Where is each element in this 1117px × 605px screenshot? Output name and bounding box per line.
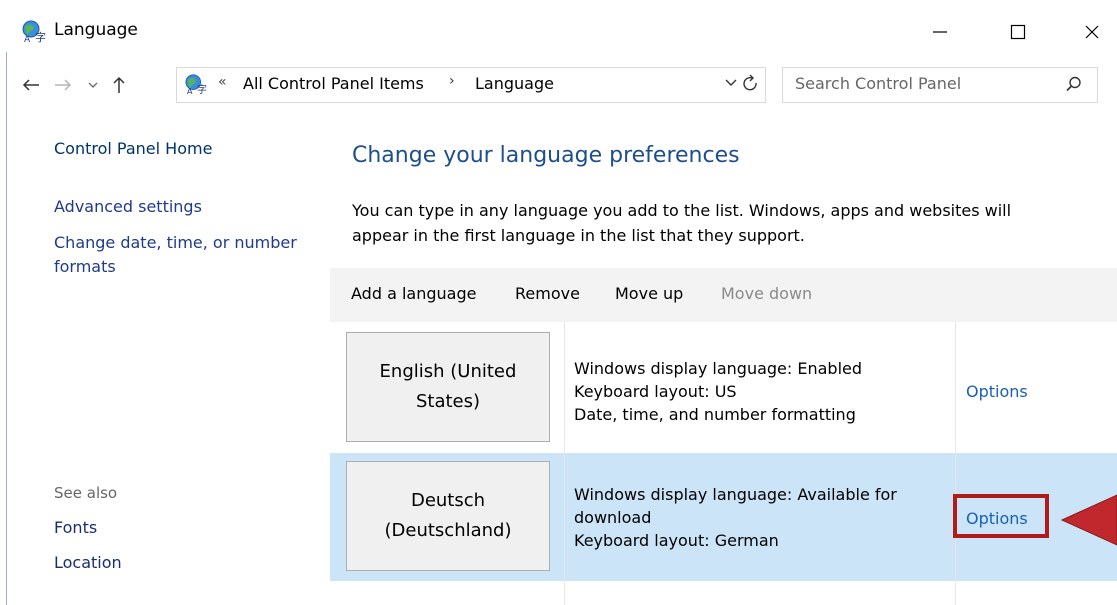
forward-button[interactable]: [50, 73, 76, 97]
language-row[interactable]: English (United States) Windows display …: [330, 322, 1117, 452]
sidebar-link-control-panel-home[interactable]: Control Panel Home: [54, 136, 212, 162]
back-arrow-icon: [22, 79, 39, 91]
forward-arrow-icon: [55, 79, 72, 91]
minimize-button[interactable]: [910, 12, 970, 52]
description-line2: appear in the first language in the list…: [352, 226, 805, 245]
language-window: 字 A Language 字 A « All Control Panel Ite…: [0, 0, 1117, 605]
description-line1: You can type in any language you add to …: [352, 201, 1012, 220]
maximize-button[interactable]: [988, 12, 1048, 52]
column-divider: [955, 322, 956, 605]
minimize-icon: [933, 31, 947, 33]
formatting-info: Date, time, and number formatting: [574, 405, 856, 424]
sidebar-link-change-date-formats-line1[interactable]: Change date, time, or number: [54, 230, 297, 256]
see-also-link-location[interactable]: Location: [54, 553, 122, 572]
move-down-button[interactable]: Move down: [721, 284, 812, 303]
add-language-button[interactable]: Add a language: [351, 284, 476, 303]
back-button[interactable]: [18, 73, 44, 97]
language-details: Windows display language: Enabled Keyboa…: [574, 357, 944, 426]
close-button[interactable]: [1062, 12, 1117, 52]
see-also-link-fonts[interactable]: Fonts: [54, 518, 97, 537]
sidebar: [0, 120, 330, 605]
pointer-arrow-icon: [1060, 494, 1117, 546]
chevron-down-icon: [88, 82, 98, 88]
page-description: You can type in any language you add to …: [352, 198, 1092, 248]
language-globe-icon: 字 A: [22, 20, 46, 43]
language-name-button[interactable]: English (United States): [346, 332, 550, 442]
search-icon[interactable]: [1066, 76, 1082, 92]
display-language-status-cont: download: [574, 508, 652, 527]
window-title: Language: [54, 20, 138, 40]
svg-text:A: A: [24, 35, 31, 43]
keyboard-layout: Keyboard layout: US: [574, 382, 737, 401]
refresh-icon[interactable]: [741, 74, 761, 94]
sidebar-link-change-date-formats-line2[interactable]: formats: [54, 254, 116, 280]
options-link[interactable]: Options: [966, 382, 1028, 401]
language-toolbar: Add a language Remove Move up Move down: [330, 268, 1117, 322]
page-title: Change your language preferences: [352, 143, 740, 168]
maximize-icon: [1010, 24, 1026, 40]
svg-text:字: 字: [35, 30, 46, 43]
title-bar: 字 A Language: [0, 0, 1117, 60]
keyboard-layout: Keyboard layout: German: [574, 531, 779, 550]
breadcrumb-all-control-panel-items[interactable]: All Control Panel Items: [243, 74, 424, 93]
language-name-button[interactable]: Deutsch (Deutschland): [346, 461, 550, 571]
breadcrumb-language[interactable]: Language: [475, 74, 554, 93]
language-name-line2: (Deutschland): [384, 520, 512, 541]
up-button[interactable]: [106, 73, 132, 97]
column-divider: [564, 322, 565, 605]
move-up-button[interactable]: Move up: [615, 284, 683, 303]
language-globe-icon: 字 A: [185, 74, 207, 95]
recent-locations-button[interactable]: [80, 73, 106, 97]
display-language-status: Windows display language: Available for: [574, 485, 897, 504]
display-language-status: Windows display language: Enabled: [574, 359, 863, 378]
language-name-line1: Deutsch: [410, 490, 486, 511]
close-icon: [1085, 25, 1099, 39]
breadcrumb-separator[interactable]: ›: [449, 73, 455, 89]
address-bar[interactable]: 字 A « All Control Panel Items › Language: [176, 67, 766, 103]
svg-text:字: 字: [197, 83, 207, 95]
language-name-line1: English (United: [379, 361, 517, 382]
highlight-box: [953, 494, 1049, 538]
svg-text:A: A: [187, 86, 193, 95]
search-input[interactable]: Search Control Panel: [795, 74, 961, 93]
breadcrumb-overflow[interactable]: «: [218, 74, 227, 90]
navigation-bar: 字 A « All Control Panel Items › Language…: [0, 65, 1117, 105]
language-name-line2: States): [415, 391, 481, 412]
address-dropdown-icon[interactable]: [725, 77, 737, 87]
language-details: Windows display language: Available for …: [574, 483, 944, 552]
see-also-heading: See also: [54, 484, 118, 502]
up-arrow-icon: [113, 76, 125, 93]
remove-button[interactable]: Remove: [515, 284, 580, 303]
search-box[interactable]: Search Control Panel: [782, 67, 1098, 103]
sidebar-link-advanced-settings[interactable]: Advanced settings: [54, 194, 202, 220]
